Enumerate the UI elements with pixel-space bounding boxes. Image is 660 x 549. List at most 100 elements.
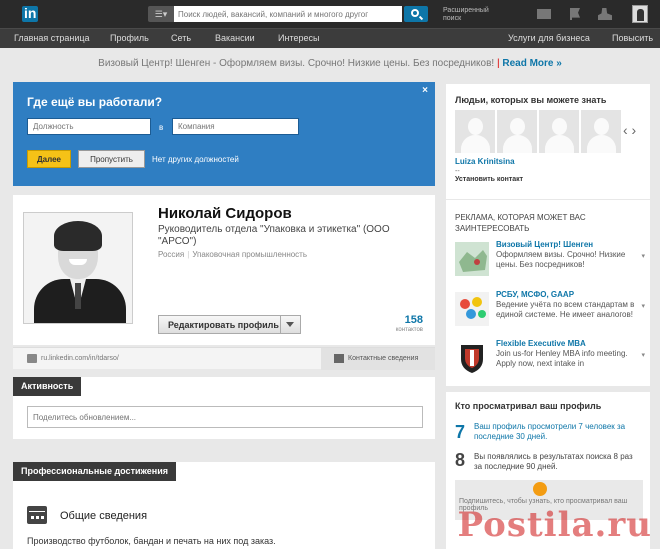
connections-count[interactable]: 158 bbox=[391, 314, 423, 326]
premium-badge-icon bbox=[533, 482, 547, 496]
pymk-person-sub: -- bbox=[455, 168, 460, 175]
industry-text[interactable]: Упаковочная промышленность bbox=[192, 250, 307, 259]
profile-location: Россия | Упаковочная промышленность bbox=[158, 250, 307, 259]
promo-text[interactable]: Визовый Центр! Шенген - Оформляем визы. … bbox=[98, 58, 494, 69]
pymk-photo-4[interactable] bbox=[581, 110, 622, 153]
nav-jobs[interactable]: Вакансии bbox=[215, 33, 255, 43]
linkedin-logo[interactable]: in bbox=[11, 4, 38, 24]
nav-home[interactable]: Главная страница bbox=[14, 33, 90, 43]
pymk-photo-1[interactable] bbox=[455, 110, 496, 153]
pymk-head-2 bbox=[510, 118, 525, 135]
top-bar: in ☰▾ Расширенный поиск bbox=[0, 0, 660, 28]
advanced-search-link[interactable]: Расширенный поиск bbox=[443, 7, 503, 23]
add-connection-icon[interactable] bbox=[598, 8, 612, 20]
pymk-head-4 bbox=[594, 118, 609, 135]
ad-item-3[interactable]: Flexible Executive MBA Join us-for Henle… bbox=[455, 339, 645, 379]
profile-card: Николай Сидоров Руководитель отдела "Упа… bbox=[13, 195, 435, 345]
activity-section: Активность bbox=[13, 377, 435, 439]
location-text[interactable]: Россия bbox=[158, 250, 184, 259]
profile-name: Николай Сидоров bbox=[158, 205, 292, 222]
search-appearances-count[interactable]: 8 bbox=[455, 450, 465, 471]
pymk-person-name[interactable]: Luiza Krinitsina bbox=[455, 157, 515, 166]
contact-info-button[interactable]: Контактные сведения bbox=[321, 348, 435, 370]
edit-profile-label: Редактировать профиль bbox=[168, 319, 279, 330]
activity-title: Активность bbox=[13, 377, 82, 396]
search-type-menu-icon[interactable]: ☰▾ bbox=[148, 6, 174, 22]
search-input[interactable] bbox=[174, 6, 402, 22]
ad-caret-icon-2[interactable]: ▾ bbox=[641, 302, 645, 310]
flag-icon[interactable] bbox=[570, 8, 580, 20]
pymk-photo-3[interactable] bbox=[539, 110, 580, 153]
next-button[interactable]: Далее bbox=[27, 150, 71, 168]
ad-body-2: Ведение учёта по всем стандартам в едино… bbox=[496, 300, 635, 319]
position-input[interactable] bbox=[27, 118, 151, 135]
profile-views-count[interactable]: 7 bbox=[455, 422, 465, 443]
pymk-arrows-icon[interactable]: ‹ › bbox=[623, 122, 636, 138]
contact-card-icon bbox=[334, 354, 344, 363]
profile-headline: Руководитель отдела "Упаковка и этикетка… bbox=[158, 224, 390, 247]
nav-profile[interactable]: Профиль bbox=[110, 33, 149, 43]
work-prompt-panel: Где ещё вы работали? × в Далее Пропустит… bbox=[13, 82, 435, 186]
user-avatar[interactable] bbox=[632, 5, 648, 23]
watermark: Postila.ru bbox=[457, 505, 652, 545]
edit-profile-divider bbox=[280, 316, 281, 333]
search-icon bbox=[411, 9, 419, 17]
logo-text: in bbox=[24, 5, 37, 21]
chevron-down-icon[interactable] bbox=[286, 322, 294, 327]
ad-body-3: Join us-for Henley MBA info meeting. App… bbox=[496, 349, 628, 368]
contact-info-label: Контактные сведения bbox=[348, 355, 419, 362]
nav-network[interactable]: Сеть bbox=[171, 33, 191, 43]
pymk-title: Людьи, которых вы можете знать bbox=[455, 95, 607, 105]
company-input[interactable] bbox=[172, 118, 299, 135]
pymk-head-1 bbox=[468, 118, 483, 135]
summary-icon bbox=[27, 506, 47, 524]
profile-photo[interactable] bbox=[23, 212, 133, 324]
background-section: Профессиональные достижения Общие сведен… bbox=[13, 462, 435, 549]
ad-map-image bbox=[455, 242, 489, 276]
nav-upgrade[interactable]: Повысить bbox=[612, 33, 653, 43]
ad-crest-image bbox=[455, 341, 489, 375]
pymk-body-1 bbox=[461, 135, 490, 153]
ad-item-2[interactable]: РСБУ, МСФО, GAAP Ведение учёта по всем с… bbox=[455, 290, 645, 330]
no-other-positions-link[interactable]: Нет других должностей bbox=[152, 155, 239, 164]
connections-label: контактов bbox=[395, 327, 423, 333]
work-prompt-title: Где ещё вы работали? bbox=[27, 95, 163, 109]
ad-title-2[interactable]: РСБУ, МСФО, GAAP bbox=[496, 290, 574, 299]
promo-banner: Визовый Центр! Шенген - Оформляем визы. … bbox=[0, 58, 660, 69]
search-appearances-text[interactable]: Вы появлялись в результатах поиска 8 раз… bbox=[474, 452, 642, 472]
search-button[interactable] bbox=[404, 6, 428, 22]
mail-icon[interactable] bbox=[537, 9, 551, 19]
photo-tie bbox=[75, 283, 81, 309]
ads-panel: РЕКЛАМА, КОТОРАЯ МОЖЕТ ВАС ЗАИНТЕРЕСОВАТ… bbox=[446, 200, 650, 386]
summary-text: Производство футболок, бандан и печать н… bbox=[27, 536, 276, 546]
background-title: Профессиональные достижения bbox=[13, 462, 176, 481]
profile-url[interactable]: ru.linkedin.com/in/tdarso/ bbox=[41, 355, 119, 362]
nav-business-services[interactable]: Услуги для бизнеса bbox=[508, 33, 590, 43]
share-update-input[interactable] bbox=[27, 406, 423, 428]
ad-title-1[interactable]: Визовый Центр! Шенген bbox=[496, 240, 593, 249]
pymk-head-3 bbox=[552, 118, 567, 135]
profile-views-text[interactable]: Ваш профиль просмотрели 7 человек за пос… bbox=[474, 422, 642, 442]
main-nav: Главная страница Профиль Сеть Вакансии И… bbox=[0, 28, 660, 48]
ad-item-1[interactable]: Визовый Центр! Шенген Оформляем визы. Ср… bbox=[455, 240, 645, 280]
ads-title: РЕКЛАМА, КОТОРАЯ МОЖЕТ ВАС ЗАИНТЕРЕСОВАТ… bbox=[455, 213, 586, 233]
ad-caret-icon-1[interactable]: ▾ bbox=[641, 252, 645, 260]
linkedin-small-icon bbox=[27, 354, 37, 363]
pymk-connect-link[interactable]: Установить контакт bbox=[455, 176, 523, 183]
pymk-body-3 bbox=[545, 135, 574, 153]
ad-body-1: Оформляем визы. Срочно! Низкие цены. Без… bbox=[496, 250, 626, 269]
skip-button[interactable]: Пропустить bbox=[78, 150, 145, 168]
summary-title: Общие сведения bbox=[60, 510, 148, 522]
logo-box: in bbox=[22, 5, 38, 22]
promo-separator: | bbox=[496, 58, 500, 69]
close-icon[interactable]: × bbox=[422, 85, 428, 96]
promo-read-more-link[interactable]: Read More » bbox=[502, 58, 561, 69]
pymk-body-2 bbox=[503, 135, 532, 153]
ad-title-3[interactable]: Flexible Executive MBA bbox=[496, 339, 586, 348]
nav-interests[interactable]: Интересы bbox=[278, 33, 319, 43]
ad-people-image bbox=[455, 292, 489, 326]
ad-caret-icon-3[interactable]: ▾ bbox=[641, 351, 645, 359]
profile-url-bar: ru.linkedin.com/in/tdarso/ Контактные св… bbox=[13, 347, 435, 370]
pymk-photo-2[interactable] bbox=[497, 110, 538, 153]
edit-profile-button[interactable]: Редактировать профиль bbox=[158, 315, 301, 334]
